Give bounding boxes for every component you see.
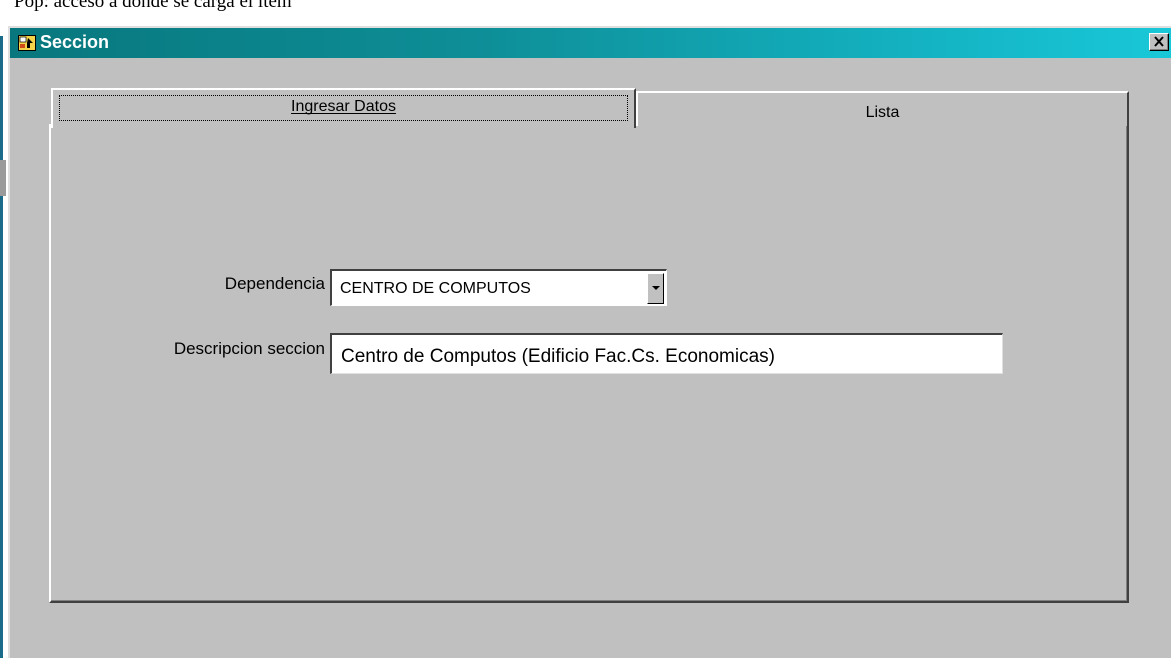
tab-ingresar-datos[interactable]: Ingresar Datos [51,88,636,128]
tab-lista[interactable]: Lista [636,91,1129,126]
dependencia-value: CENTRO DE COMPUTOS [340,280,531,297]
tab-label-ingresar-datos-text: Ingresar Datos [291,98,396,115]
descripcion-label: Descripcion seccion [173,339,325,358]
left-edge-bar [0,36,3,658]
document-caption: Pop: acceso a donde se carga el item [14,0,292,12]
descripcion-seccion-input[interactable] [330,333,1003,374]
left-edge [0,0,8,658]
window-title: Seccion [40,32,110,52]
left-notch [0,160,6,196]
dependencia-dropdown-button[interactable] [647,273,664,304]
chevron-down-icon [652,286,660,290]
tab-label-ingresar-datos: Ingresar Datos [53,98,634,116]
tab-label-lista: Lista [638,104,1127,122]
dependencia-label: Dependencia [224,274,325,293]
close-button[interactable] [1149,33,1169,51]
form-icon [18,35,36,51]
close-icon [1154,36,1164,47]
tab-label-lista-text: Lista [865,104,900,121]
seccion-window: Seccion Ingresar Datos Lista Dependencia… [8,26,1171,658]
window-titlebar[interactable]: Seccion [10,28,1171,58]
dependencia-combobox[interactable]: CENTRO DE COMPUTOS [330,269,667,306]
